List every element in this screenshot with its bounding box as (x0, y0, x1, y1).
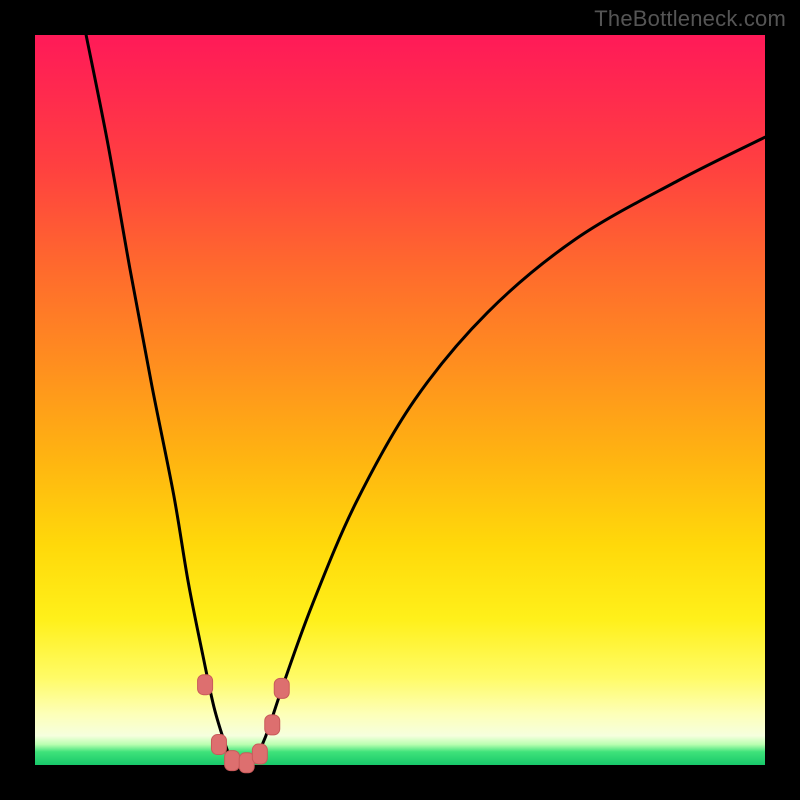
curve-marker (265, 715, 280, 735)
bottleneck-curve-svg (35, 35, 765, 765)
curve-marker (198, 675, 213, 695)
attribution-watermark: TheBottleneck.com (594, 6, 786, 32)
curve-marker (252, 744, 267, 764)
plot-area (35, 35, 765, 765)
curve-marker (211, 735, 226, 755)
curve-marker (225, 751, 240, 771)
curve-markers (198, 675, 290, 773)
chart-frame: TheBottleneck.com (0, 0, 800, 800)
bottleneck-curve (86, 35, 765, 765)
curve-marker (274, 678, 289, 698)
